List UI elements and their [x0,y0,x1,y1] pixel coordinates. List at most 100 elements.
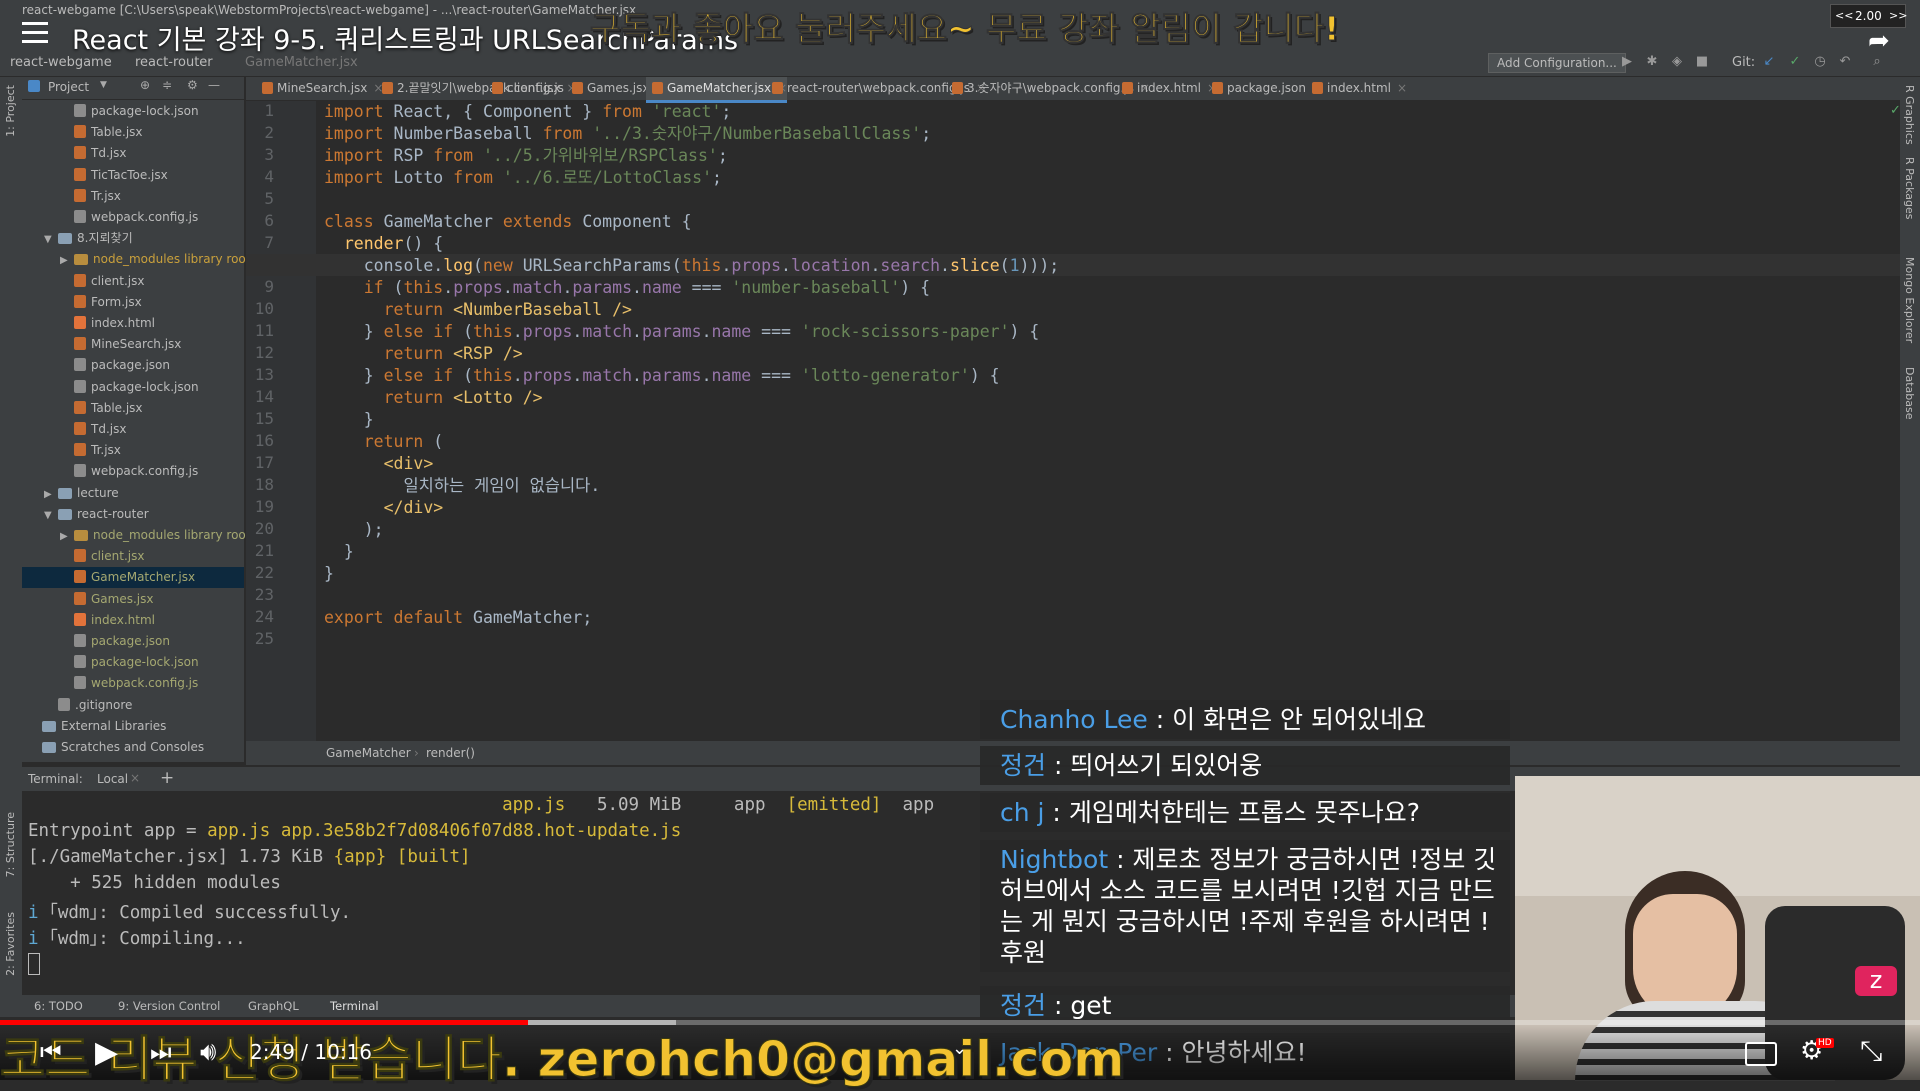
collapsed-arrow-icon[interactable]: ▶ [44,484,58,505]
tree-item[interactable]: Table.jsx [22,398,244,419]
version-control-tool-button[interactable]: 9: Version Control [118,999,220,1013]
tree-item[interactable]: webpack.config.js [22,461,244,482]
exit-fullscreen-icon[interactable]: ⤡ [1860,1034,1882,1068]
tree-item[interactable]: Form.jsx [22,292,244,313]
code-line: export default GameMatcher; [324,608,593,627]
add-configuration-button[interactable]: Add Configuration... [1488,53,1626,73]
previous-icon[interactable]: ⏮ [40,1038,62,1066]
collapsed-arrow-icon[interactable]: ▶ [60,250,74,271]
close-icon[interactable]: × [130,771,140,785]
tree-item[interactable]: Td.jsx [22,419,244,440]
editor-tab[interactable]: index.html× [1306,77,1407,100]
tree-item[interactable]: package.json [22,355,244,376]
tree-item[interactable]: ▶ node_modules library root [22,249,250,271]
tree-item[interactable]: client.jsx [22,271,244,292]
tree-item[interactable]: .gitignore [22,695,244,716]
tree-item[interactable]: GameMatcher.jsx [22,567,244,589]
tree-item[interactable]: webpack.config.js [22,673,244,694]
editor-tab-label: react-router\webpack.config.js [787,81,970,95]
graphql-tool-button[interactable]: GraphQL [248,999,299,1013]
tree-item[interactable]: ▼ 8.지뢰찾기 [22,228,244,249]
line-number: 3 [264,145,274,164]
project-tool-button[interactable]: 1: Project [4,85,17,137]
project-view-selector[interactable]: Project [48,80,89,94]
search-icon[interactable]: ⌕ [1870,55,1884,69]
tree-item[interactable]: index.html [22,610,244,631]
terminal-tool-button[interactable]: Terminal [330,999,379,1013]
breadcrumb-method[interactable]: render() [426,746,475,760]
tree-item[interactable]: client.jsx [22,546,244,567]
todo-tool-button[interactable]: 6: TODO [34,999,83,1013]
crumb-project[interactable]: react-webgame [10,55,112,70]
collapse-icon[interactable]: ≑ [162,78,172,92]
close-icon[interactable]: × [1397,81,1407,95]
tree-item[interactable]: MineSearch.jsx [22,334,244,355]
tree-item[interactable]: Scratches and Consoles [22,737,244,758]
subtitles-icon[interactable] [1745,1042,1777,1066]
r-graphics-tool-button[interactable]: R Graphics [1903,85,1916,145]
tree-item[interactable]: ▼ react-router [22,504,244,525]
add-terminal-icon[interactable]: + [160,768,174,788]
crumb-folder[interactable]: react-router [135,55,213,70]
tree-item[interactable]: ▶ lecture [22,483,244,504]
file-icon [74,570,86,584]
playback-speed-control[interactable]: << 2.00 >> [1830,4,1907,28]
expanded-arrow-icon[interactable]: ▼ [44,229,58,250]
editor-tab[interactable]: MineSearch.jsx × [256,77,383,100]
chat-message: ch j : 게임메처한테는 프롭스 못주나요? [980,793,1510,832]
tree-item[interactable]: Td.jsx [22,143,244,164]
chevron-down-icon[interactable]: ⌄ [952,1038,967,1059]
tree-item[interactable]: webpack.config.js [22,207,244,228]
git-commit-icon[interactable]: ✓ [1788,55,1802,69]
file-icon [74,549,86,563]
editor-tab[interactable]: index.html× [1116,77,1217,100]
slower-icon[interactable]: << [1835,5,1853,27]
expanded-arrow-icon[interactable]: ▼ [44,505,58,526]
hide-icon[interactable]: — [208,78,220,92]
revert-icon[interactable]: ↶ [1838,55,1852,69]
tree-item[interactable]: ▶ node_modules library root [22,525,250,547]
database-tool-button[interactable]: Database [1903,367,1916,420]
collapsed-arrow-icon[interactable]: ▶ [60,526,74,547]
tree-item[interactable]: Games.jsx [22,589,244,610]
terminal-tab-local[interactable]: Local [97,772,128,786]
git-update-icon[interactable]: ↙ [1762,55,1776,69]
tree-item[interactable]: package-lock.json [22,652,244,673]
tree-item[interactable]: package-lock.json [22,101,244,122]
share-icon[interactable]: ➦ [1868,26,1890,56]
chevron-down-icon[interactable]: ▼ [100,80,107,90]
debug-icon[interactable]: ✱ [1645,55,1659,69]
play-icon[interactable]: ▶ [95,1035,118,1070]
tree-item[interactable]: package.json [22,631,244,652]
menu-icon[interactable] [22,22,52,46]
structure-tool-button[interactable]: 7: Structure [4,812,17,877]
line-number: 20 [254,519,274,538]
tree-item[interactable]: External Libraries [22,716,244,737]
favorites-tool-button[interactable]: 2: Favorites [4,912,17,976]
locate-icon[interactable]: ⊕ [140,78,150,92]
mongo-explorer-tool-button[interactable]: Mongo Explorer [1903,257,1916,343]
line-number: 18 [254,475,274,494]
crumb-file[interactable]: GameMatcher.jsx [245,55,358,70]
editor-tab[interactable]: client.jsx× [486,77,577,100]
code-editor[interactable]: import React, { Component } from 'react'… [316,101,1900,741]
editor-tab[interactable]: package.json× [1206,77,1322,100]
stop-icon[interactable]: ■ [1695,55,1709,69]
coverage-icon[interactable]: ◈ [1670,55,1684,69]
tree-item[interactable]: TicTacToe.jsx [22,165,244,186]
history-icon[interactable]: ◷ [1813,55,1827,69]
tree-item[interactable]: package-lock.json [22,377,244,398]
tree-item[interactable]: index.html [22,313,244,334]
volume-icon[interactable]: 🔊︎ [200,1037,216,1068]
gear-icon[interactable]: ⚙ [187,78,198,92]
next-icon[interactable]: ⏭ [150,1038,172,1066]
tree-item[interactable]: Tr.jsx [22,186,244,207]
r-packages-tool-button[interactable]: R Packages [1903,157,1916,219]
tree-item[interactable]: Table.jsx [22,122,244,143]
faster-icon[interactable]: >> [1889,5,1907,27]
tree-item[interactable]: Tr.jsx [22,440,244,461]
breadcrumb-class[interactable]: GameMatcher [326,746,411,760]
run-icon[interactable]: ▶ [1620,55,1634,69]
chat-message: 정건 : 띄어쓰기 되있어웅 [980,746,1510,785]
terminal-line-text: Entrypoint app = app.js app.3e58b2f7d084… [28,821,682,841]
